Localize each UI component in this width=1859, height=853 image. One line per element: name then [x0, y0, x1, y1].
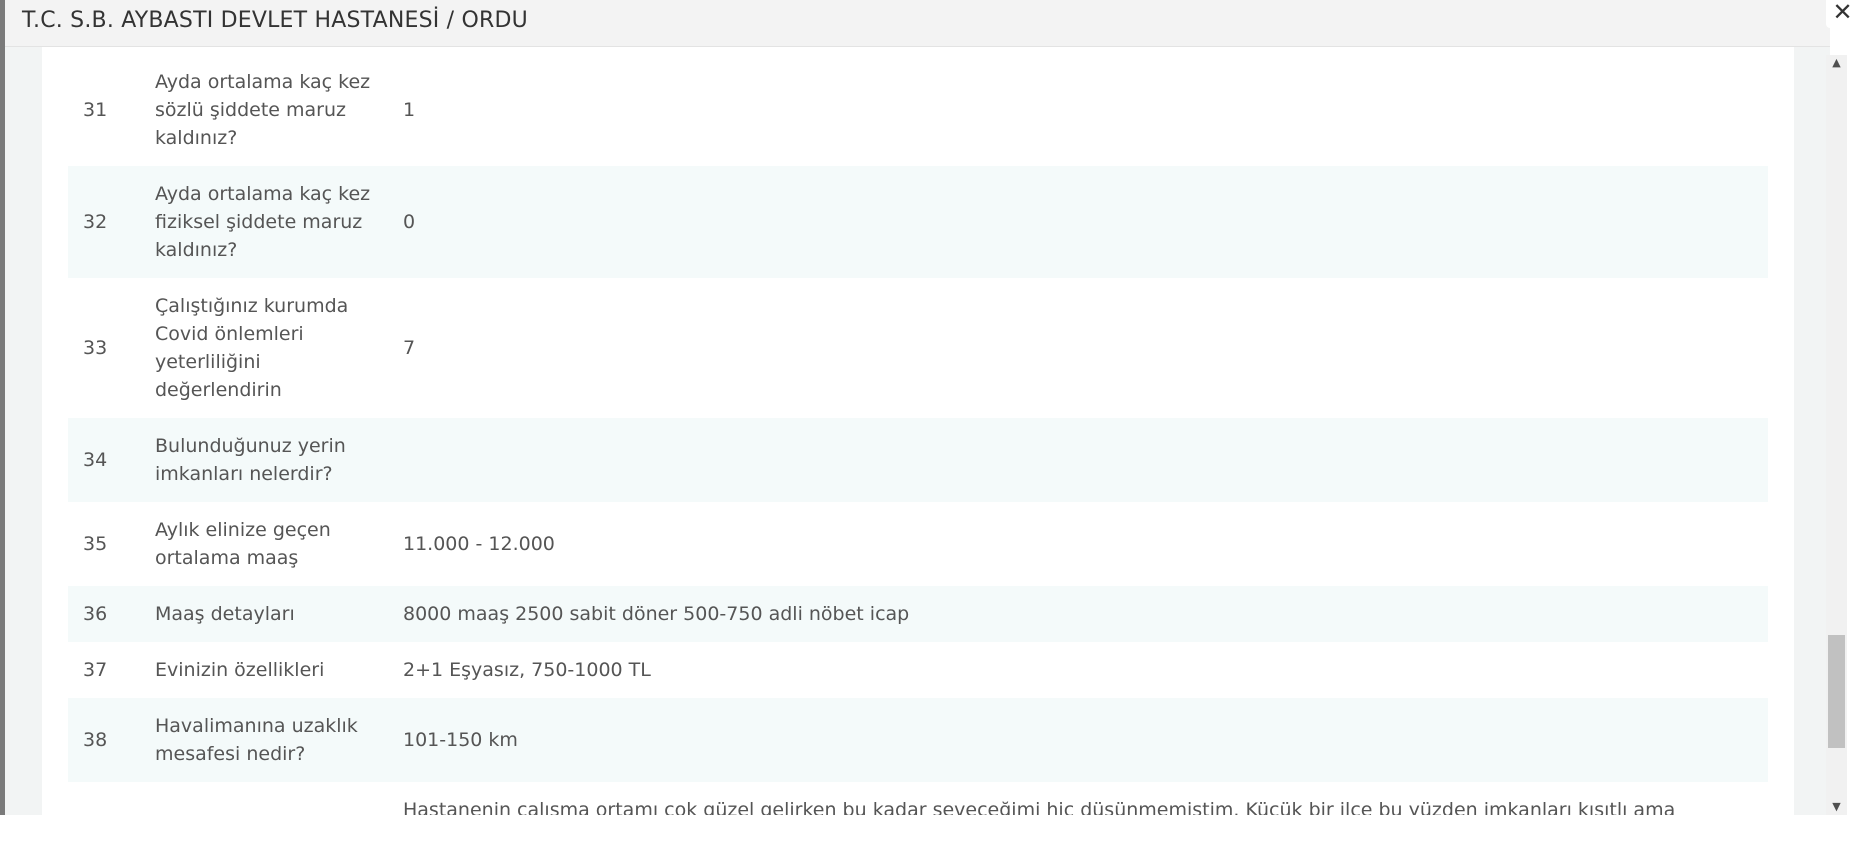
row-number: 35: [68, 502, 155, 586]
modal-dialog: T.C. S.B. AYBASTI DEVLET HASTANESİ / ORD…: [5, 0, 1859, 853]
row-answer: 1: [393, 54, 1768, 166]
modal-body: 31 Ayda ortalama kaç kez sözlü şiddete m…: [5, 47, 1830, 815]
scrollbar-thumb[interactable]: [1828, 635, 1845, 748]
table-row: 36 Maaş detayları 8000 maaş 2500 sabit d…: [68, 586, 1768, 642]
row-number: [68, 782, 155, 815]
table-row: 33 Çalıştığınız kurumda Covid önlemleri …: [68, 278, 1768, 418]
row-answer: 7: [393, 278, 1768, 418]
row-number: 37: [68, 642, 155, 698]
row-answer: Hastanenin çalışma ortamı çok güzel geli…: [393, 782, 1768, 815]
row-question: Maaş detayları: [155, 586, 393, 642]
table-row: 32 Ayda ortalama kaç kez fiziksel şiddet…: [68, 166, 1768, 278]
row-answer: 101-150 km: [393, 698, 1768, 782]
scroll-up-arrow-icon[interactable]: ▲: [1826, 55, 1847, 71]
row-question: Ayda ortalama kaç kez fiziksel şiddete m…: [155, 166, 393, 278]
row-answer: 2+1 Eşyasız, 750-1000 TL: [393, 642, 1768, 698]
close-icon[interactable]: ✕: [1826, 0, 1859, 28]
scroll-down-arrow-icon[interactable]: ▼: [1826, 799, 1847, 815]
modal-title: T.C. S.B. AYBASTI DEVLET HASTANESİ / ORD…: [22, 8, 528, 33]
modal-header: T.C. S.B. AYBASTI DEVLET HASTANESİ / ORD…: [5, 0, 1830, 47]
survey-table-container: 31 Ayda ortalama kaç kez sözlü şiddete m…: [68, 54, 1768, 815]
row-number: 36: [68, 586, 155, 642]
table-row: 37 Evinizin özellikleri 2+1 Eşyasız, 750…: [68, 642, 1768, 698]
modal-footer-strip: [0, 815, 1859, 853]
row-number: 38: [68, 698, 155, 782]
row-question: Bulunduğunuz yerin imkanları nelerdir?: [155, 418, 393, 502]
row-question: [155, 782, 393, 815]
survey-answers-table: 31 Ayda ortalama kaç kez sözlü şiddete m…: [68, 54, 1768, 815]
row-number: 31: [68, 54, 155, 166]
row-answer: 0: [393, 166, 1768, 278]
vertical-scrollbar[interactable]: ▲ ▼: [1826, 55, 1847, 815]
table-row: 31 Ayda ortalama kaç kez sözlü şiddete m…: [68, 54, 1768, 166]
row-answer: 8000 maaş 2500 sabit döner 500-750 adli …: [393, 586, 1768, 642]
row-question: Aylık elinize geçen ortalama maaş: [155, 502, 393, 586]
row-question: Ayda ortalama kaç kez sözlü şiddete maru…: [155, 54, 393, 166]
row-answer: 11.000 - 12.000: [393, 502, 1768, 586]
table-row: 38 Havalimanına uzaklık mesafesi nedir? …: [68, 698, 1768, 782]
row-question: Havalimanına uzaklık mesafesi nedir?: [155, 698, 393, 782]
row-number: 32: [68, 166, 155, 278]
row-question: Çalıştığınız kurumda Covid önlemleri yet…: [155, 278, 393, 418]
row-answer: [393, 418, 1768, 502]
row-number: 33: [68, 278, 155, 418]
table-row: 35 Aylık elinize geçen ortalama maaş 11.…: [68, 502, 1768, 586]
row-number: 34: [68, 418, 155, 502]
table-row: Hastanenin çalışma ortamı çok güzel geli…: [68, 782, 1768, 815]
row-question: Evinizin özellikleri: [155, 642, 393, 698]
table-row: 34 Bulunduğunuz yerin imkanları nelerdir…: [68, 418, 1768, 502]
